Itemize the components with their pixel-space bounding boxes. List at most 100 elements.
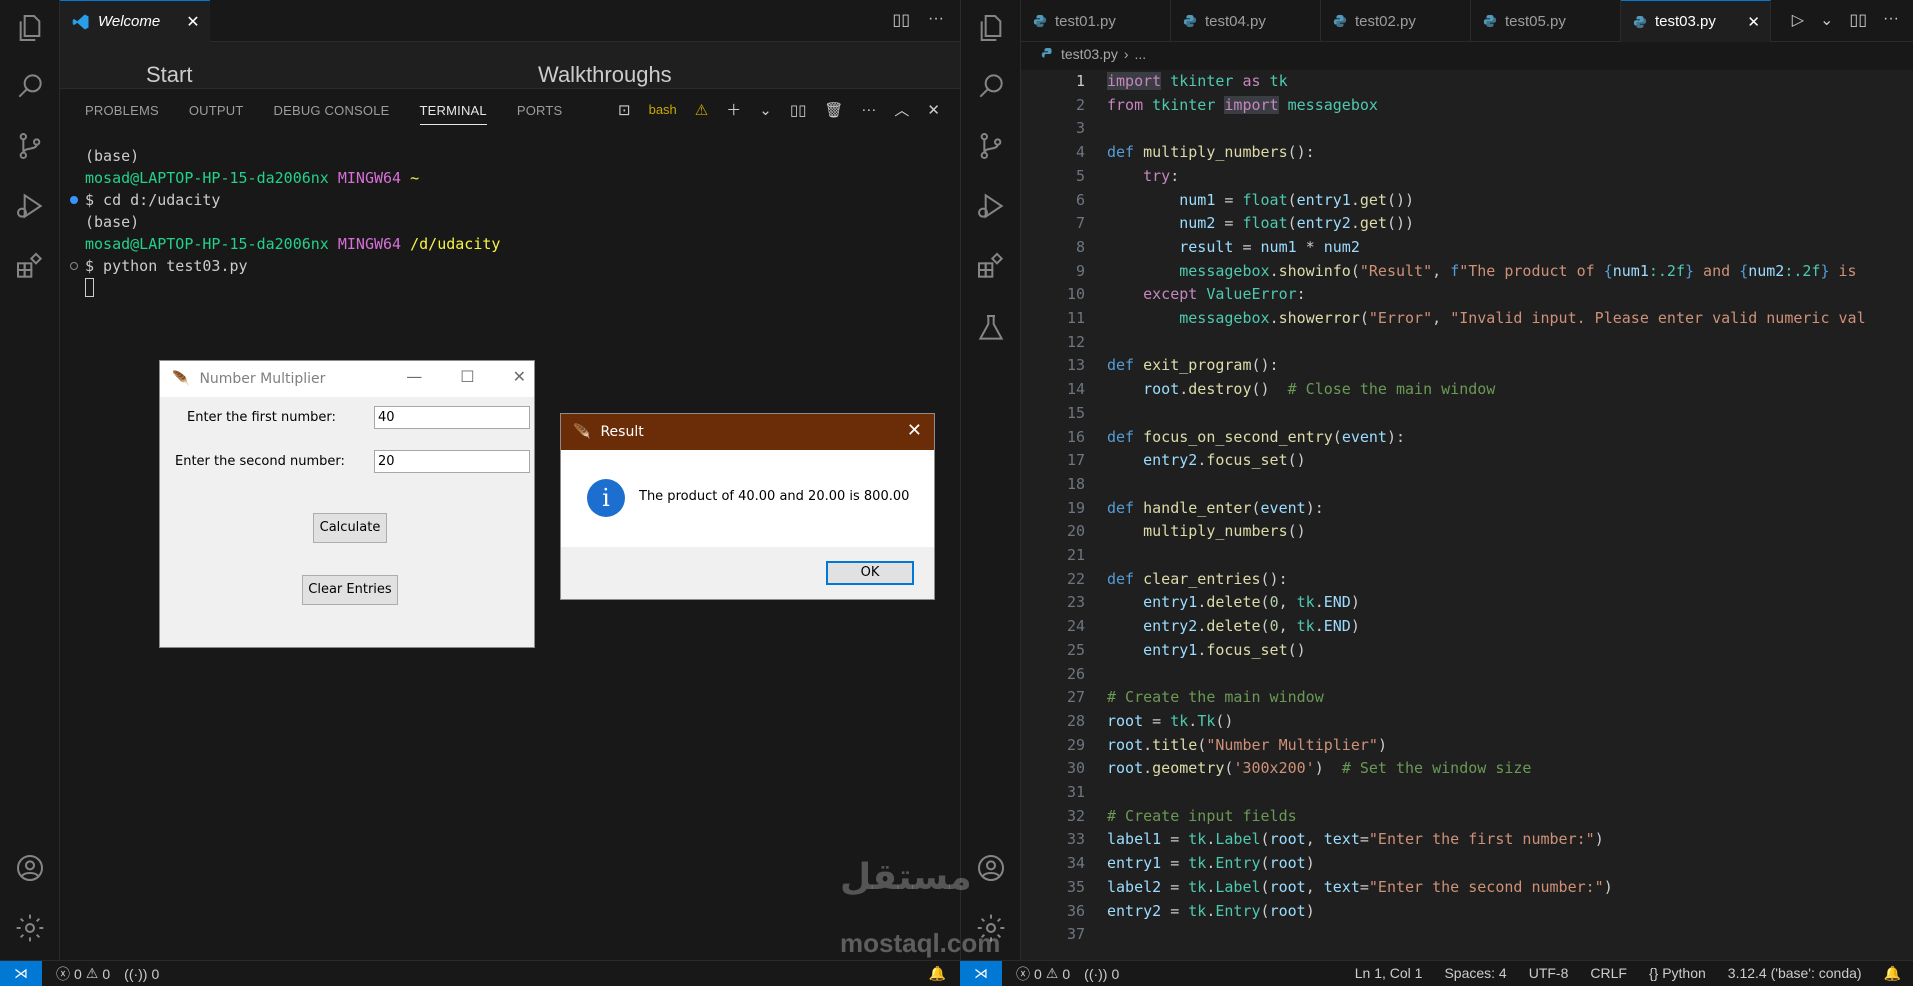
cursor-position[interactable]: Ln 1, Col 1 <box>1355 965 1423 982</box>
second-number-entry[interactable]: 20 <box>374 450 530 473</box>
account-icon[interactable] <box>975 852 1007 884</box>
breadcrumb-file[interactable]: test03.py <box>1061 46 1118 62</box>
close-icon[interactable]: ✕ <box>186 12 199 32</box>
search-icon[interactable] <box>975 70 1007 102</box>
testing-flask-icon[interactable] <box>975 312 1007 344</box>
extensions-icon[interactable] <box>14 250 46 282</box>
close-icon[interactable]: ✕ <box>513 367 526 386</box>
command-success-icon[interactable] <box>70 196 78 204</box>
maximize-panel-icon[interactable]: ︿ <box>894 99 909 120</box>
split-editor-icon[interactable]: ▯▯ <box>1849 10 1867 30</box>
account-icon[interactable] <box>14 852 46 884</box>
settings-gear-icon[interactable] <box>14 912 46 944</box>
command-text: $ cd d:/udacity <box>85 191 221 209</box>
chevron-down-icon[interactable]: ⌄ <box>759 101 772 119</box>
braces-icon: {} <box>1648 965 1659 981</box>
command-running-icon[interactable] <box>70 262 78 270</box>
split-editor-icon[interactable]: ▯▯ <box>892 10 910 30</box>
tk-feather-icon: 🪶 <box>172 371 190 387</box>
python-file-icon <box>1041 47 1052 58</box>
minimize-icon[interactable]: — <box>406 367 422 386</box>
tab-problems[interactable]: PROBLEMS <box>85 103 159 125</box>
prompt-env: MINGW64 <box>337 235 402 253</box>
prompt-path: /d/udacity <box>410 235 501 253</box>
tab-welcome[interactable]: Welcome ✕ <box>60 0 210 42</box>
error-count: 0 <box>74 965 82 982</box>
source-control-icon[interactable] <box>975 130 1007 162</box>
clear-entries-button[interactable]: Clear Entries <box>302 575 398 605</box>
problems-status[interactable]: ⓧ 0 ⚠ 0 <box>1016 964 1070 984</box>
ports-status[interactable]: ((·)) 0 <box>1084 966 1119 982</box>
tab-test01[interactable]: test01.py <box>1021 0 1171 42</box>
chevron-down-icon[interactable]: ⌄ <box>1820 10 1833 30</box>
tab-debug-console[interactable]: DEBUG CONSOLE <box>274 103 390 125</box>
tab-terminal[interactable]: TERMINAL <box>419 103 487 125</box>
explorer-icon[interactable] <box>14 12 46 44</box>
python-file-icon <box>1183 14 1197 28</box>
extensions-icon[interactable] <box>975 250 1007 282</box>
ok-button[interactable]: OK <box>826 561 914 585</box>
shell-label[interactable]: bash <box>649 102 677 117</box>
code-editor[interactable]: 1 import tkinter as tk 2 from tkinter impo… <box>1021 70 1913 960</box>
first-number-entry[interactable]: 40 <box>374 406 530 429</box>
close-icon[interactable]: ✕ <box>1747 13 1760 31</box>
language-mode[interactable]: {} Python <box>1649 965 1706 982</box>
dialog-title: Result <box>600 424 644 440</box>
close-panel-icon[interactable]: ✕ <box>927 101 940 119</box>
more-actions-icon[interactable]: ··· <box>861 101 876 118</box>
trash-icon[interactable]: 🗑 <box>824 101 843 119</box>
python-interpreter[interactable]: 3.12.4 ('base': conda) <box>1728 965 1862 982</box>
python-file-icon <box>1033 14 1047 28</box>
status-bar-right: ⋊ ⓧ 0 ⚠ 0 ((·)) 0 Ln 1, Col 1 Spaces: 4 UTF… <box>960 960 1913 986</box>
prompt-user: mosad@LAPTOP-HP-15-da2006nx <box>85 235 329 253</box>
language-label: Python <box>1662 965 1706 981</box>
first-number-label: Enter the first number: <box>187 410 336 425</box>
error-count: 0 <box>1034 965 1042 982</box>
breadcrumb-symbols[interactable]: ... <box>1135 46 1147 62</box>
bell-icon[interactable]: 🔔 <box>1884 965 1901 982</box>
panel-tabs: PROBLEMS OUTPUT DEBUG CONSOLE TERMINAL P… <box>85 103 562 125</box>
end-of-line[interactable]: CRLF <box>1590 965 1627 982</box>
source-control-icon[interactable] <box>14 130 46 162</box>
prompt-env: MINGW64 <box>337 169 402 187</box>
more-actions-icon[interactable]: ··· <box>928 10 944 30</box>
error-icon: ⓧ <box>1016 965 1030 982</box>
remote-icon[interactable]: ⋊ <box>960 960 1002 986</box>
tab-test04[interactable]: test04.py <box>1171 0 1321 42</box>
bell-icon[interactable]: 🔔 <box>929 965 946 982</box>
python-file-icon <box>1333 14 1347 28</box>
tab-test03[interactable]: test03.py ✕ <box>1621 0 1771 42</box>
tab-label: test04.py <box>1205 12 1266 30</box>
tk-feather-icon: 🪶 <box>573 424 591 440</box>
tab-test02[interactable]: test02.py <box>1321 0 1471 42</box>
terminal-icon[interactable]: ⊡ <box>618 101 631 119</box>
remote-icon[interactable]: ⋊ <box>0 960 42 986</box>
encoding[interactable]: UTF-8 <box>1529 965 1569 982</box>
tab-title: Welcome <box>98 13 161 30</box>
run-debug-icon[interactable] <box>14 190 46 222</box>
welcome-page: Start Walkthroughs <box>60 42 960 88</box>
problems-status[interactable]: ⓧ 0 ⚠ 0 <box>56 964 110 984</box>
editor-tab-bar: Welcome ✕ ▯▯ ··· <box>60 0 960 42</box>
explorer-icon[interactable] <box>975 12 1007 44</box>
split-terminal-icon[interactable]: ▯▯ <box>790 101 807 119</box>
run-debug-icon[interactable] <box>975 190 1007 222</box>
antenna-icon: ((·)) <box>1084 965 1108 982</box>
dialog-titlebar[interactable]: 🪶 Result <box>561 414 934 450</box>
ports-count: 0 <box>1111 965 1120 982</box>
terminal-output[interactable]: (base) mosad@LAPTOP-HP-15-da2006nx MINGW… <box>70 145 501 299</box>
indentation[interactable]: Spaces: 4 <box>1444 965 1506 982</box>
new-terminal-icon[interactable]: ＋ <box>726 99 741 120</box>
tab-label: test01.py <box>1055 12 1116 30</box>
more-actions-icon[interactable]: ··· <box>1883 10 1899 30</box>
tab-ports[interactable]: PORTS <box>517 103 563 125</box>
close-icon[interactable]: ✕ <box>907 420 922 441</box>
tab-output[interactable]: OUTPUT <box>189 103 244 125</box>
maximize-icon[interactable]: ☐ <box>460 367 474 386</box>
number-multiplier-window: 🪶 Number Multiplier — ☐ ✕ Enter the firs… <box>159 360 535 648</box>
calculate-button[interactable]: Calculate <box>313 513 387 543</box>
search-icon[interactable] <box>14 70 46 102</box>
run-python-icon[interactable]: ▷ <box>1792 10 1804 30</box>
tab-test05[interactable]: test05.py <box>1471 0 1621 42</box>
ports-status[interactable]: ((·)) 0 <box>124 966 159 982</box>
